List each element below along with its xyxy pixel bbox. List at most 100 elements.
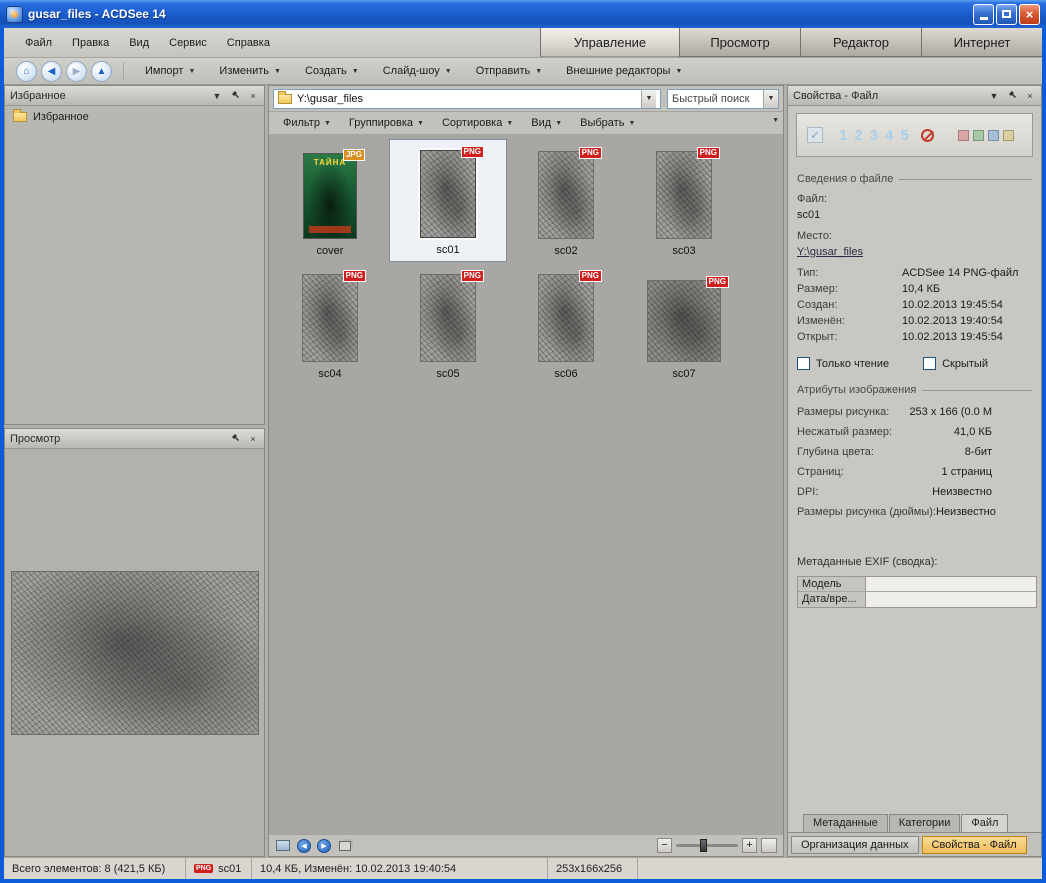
color-label-yellow[interactable]: [1003, 130, 1014, 141]
back-circle-button[interactable]: ◀: [297, 839, 311, 853]
minimize-button[interactable]: [973, 4, 994, 25]
up-button[interactable]: ▲: [91, 61, 112, 82]
zoom-out-button[interactable]: −: [657, 838, 672, 853]
send-button[interactable]: Отправить▼: [466, 61, 552, 81]
mode-tab-editor[interactable]: Редактор: [800, 28, 921, 57]
properties-file-button[interactable]: Свойства - Файл: [922, 836, 1027, 854]
thumbnail-sc07[interactable]: PNG sc07: [625, 262, 743, 385]
zoom-options-button[interactable]: [761, 838, 777, 853]
menu-edit[interactable]: Правка: [63, 34, 118, 52]
chevron-down-icon[interactable]: ▼: [211, 91, 223, 101]
thumbnail-cover[interactable]: ТАЙНА JPG cover: [271, 139, 389, 262]
edit-button[interactable]: Изменить▼: [209, 61, 291, 81]
import-button[interactable]: Импорт▼: [135, 61, 205, 81]
mode-tab-internet[interactable]: Интернет: [921, 28, 1042, 57]
thumbnail-sc01[interactable]: PNG sc01: [389, 139, 507, 262]
mode-tab-manage[interactable]: Управление: [540, 28, 679, 57]
filterbar-overflow-button[interactable]: ▼: [772, 117, 779, 124]
sorting-button[interactable]: Сортировка▼: [434, 114, 521, 132]
zoom-slider-handle[interactable]: [700, 839, 707, 852]
close-icon[interactable]: ×: [1024, 91, 1036, 101]
tab-file[interactable]: Файл: [961, 814, 1008, 832]
main-toolbar: ⌂ ◀ ▶ ▲ Импорт▼ Изменить▼ Создать▼ Слайд…: [4, 58, 1042, 85]
thumbnail-sc05[interactable]: PNG sc05: [389, 262, 507, 385]
preview-pane-toggle-button[interactable]: [275, 839, 291, 853]
path-dropdown-button[interactable]: ▼: [641, 90, 656, 108]
rating-1-button[interactable]: 1: [839, 127, 847, 144]
favorites-panel-header: Избранное ▼ ×: [5, 86, 264, 106]
compare-button[interactable]: [337, 839, 353, 853]
file-location-link[interactable]: Y:\gusar_files: [797, 244, 1032, 260]
view-button[interactable]: Вид▼: [523, 114, 570, 132]
close-icon[interactable]: ×: [247, 434, 259, 444]
mode-tab-view[interactable]: Просмотр: [679, 28, 800, 57]
menu-view[interactable]: Вид: [120, 34, 158, 52]
rating-3-button[interactable]: 3: [870, 127, 878, 144]
pin-icon[interactable]: [229, 90, 241, 101]
back-button[interactable]: ◀: [41, 61, 62, 82]
thumbnail-sc03[interactable]: PNG sc03: [625, 139, 743, 262]
properties-tabs: Метаданные Категории Файл: [797, 814, 1032, 832]
zoom-in-button[interactable]: +: [742, 838, 757, 853]
zoom-control: − +: [657, 838, 777, 853]
thumbnail-name: sc05: [436, 368, 459, 382]
field-label: Размер:: [797, 281, 902, 297]
forward-button[interactable]: ▶: [66, 61, 87, 82]
toolbar-separator: [123, 62, 124, 80]
rating-check-icon[interactable]: ✓: [807, 127, 823, 143]
chevron-down-icon[interactable]: ▼: [988, 91, 1000, 101]
menu-tools[interactable]: Сервис: [160, 34, 216, 52]
close-button[interactable]: ×: [1019, 4, 1040, 25]
field-label: Тип:: [797, 265, 902, 281]
rating-4-button[interactable]: 4: [885, 127, 893, 144]
pin-icon[interactable]: [229, 433, 241, 444]
maximize-button[interactable]: [996, 4, 1017, 25]
file-modified-value: 10.02.2013 19:40:54: [902, 313, 1003, 329]
external-editors-button[interactable]: Внешние редакторы▼: [556, 61, 692, 81]
format-badge: PNG: [461, 146, 484, 158]
color-label-green[interactable]: [973, 130, 984, 141]
field-label: Несжатый размер:: [797, 422, 892, 442]
filter-button[interactable]: Фильтр▼: [275, 114, 339, 132]
zoom-slider[interactable]: [676, 844, 738, 847]
select-button[interactable]: Выбрать▼: [572, 114, 643, 132]
path-field[interactable]: Y:\gusar_files ▼: [273, 89, 661, 109]
tab-categories[interactable]: Категории: [889, 814, 961, 832]
no-label-icon[interactable]: [921, 129, 934, 142]
sc03-image: [656, 151, 712, 239]
status-filler: [638, 858, 1042, 879]
grouping-button[interactable]: Группировка▼: [341, 114, 432, 132]
favorites-panel: Избранное ▼ × Избранное: [4, 85, 265, 425]
favorites-folder-item[interactable]: Избранное: [13, 111, 256, 123]
color-label-red[interactable]: [958, 130, 969, 141]
rating-5-button[interactable]: 5: [900, 127, 908, 144]
chevron-down-icon: ▼: [188, 68, 195, 75]
field-label: Размеры рисунка:: [797, 402, 889, 422]
acdsee-logo-icon: [6, 6, 23, 23]
home-button[interactable]: ⌂: [16, 61, 37, 82]
quick-search-input[interactable]: [668, 93, 763, 105]
panel-switch-buttons: Организация данных Свойства - Файл: [788, 832, 1041, 856]
hidden-checkbox[interactable]: Скрытый: [923, 357, 988, 370]
exif-section-title: Метаданные EXIF (сводка):: [797, 556, 1032, 568]
pin-icon[interactable]: [1006, 90, 1018, 101]
create-button[interactable]: Создать▼: [295, 61, 369, 81]
menu-file[interactable]: Файл: [16, 34, 61, 52]
color-label-blue[interactable]: [988, 130, 999, 141]
status-bar: Всего элементов: 8 (421,5 КБ) PNG sc01 1…: [4, 857, 1042, 879]
rating-2-button[interactable]: 2: [854, 127, 862, 144]
file-info-section-header: Сведения о файле: [797, 173, 1032, 185]
thumbnail-sc04[interactable]: PNG sc04: [271, 262, 389, 385]
sc07-image: [647, 280, 721, 362]
preview-panel-header: Просмотр ×: [5, 429, 264, 449]
organize-data-button[interactable]: Организация данных: [791, 836, 919, 854]
tab-metadata[interactable]: Метаданные: [803, 814, 888, 832]
forward-circle-button[interactable]: ▶: [317, 839, 331, 853]
readonly-checkbox[interactable]: Только чтение: [797, 357, 889, 370]
close-icon[interactable]: ×: [247, 91, 259, 101]
menu-help[interactable]: Справка: [218, 34, 279, 52]
thumbnail-sc02[interactable]: PNG sc02: [507, 139, 625, 262]
search-dropdown-button[interactable]: ▼: [763, 90, 778, 108]
thumbnail-sc06[interactable]: PNG sc06: [507, 262, 625, 385]
slideshow-button[interactable]: Слайд-шоу▼: [373, 61, 462, 81]
